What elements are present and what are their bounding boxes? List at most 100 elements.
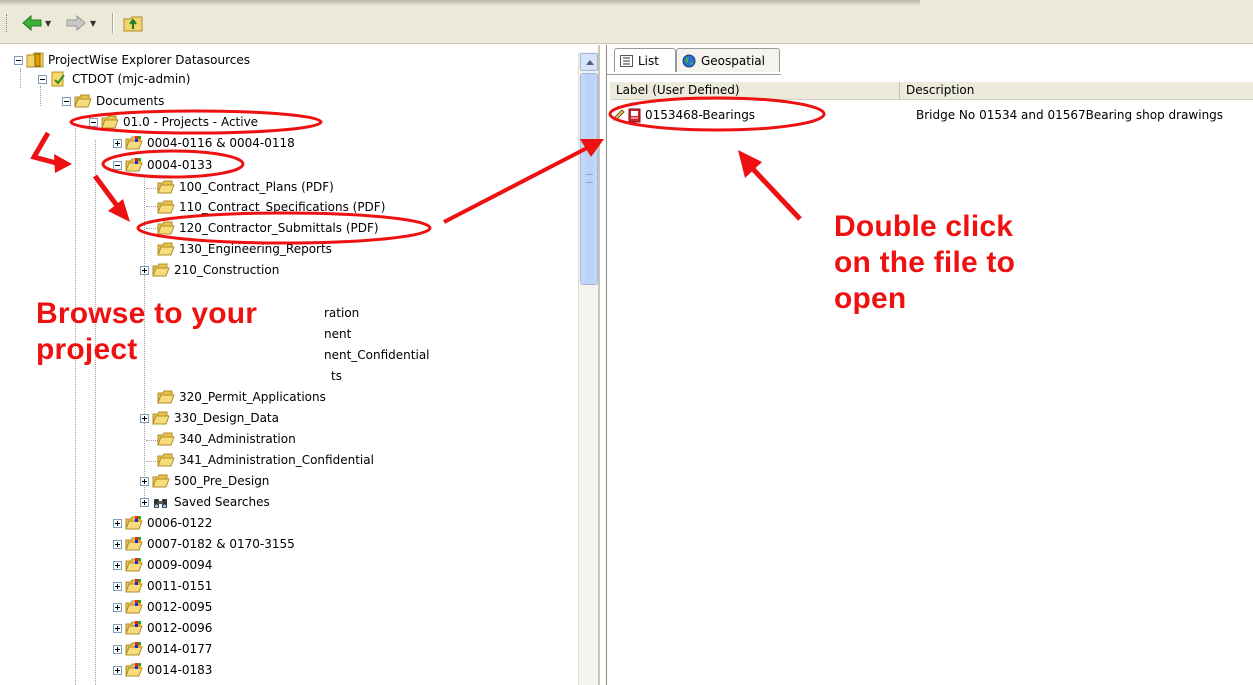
tree-label-partial[interactable]: nent_Confidential	[324, 346, 430, 364]
list-row-document[interactable]: 0153468-Bearings Bridge No 01534 and 015…	[612, 105, 1252, 125]
annotation-line: Double click	[834, 210, 1014, 243]
collapse-icon[interactable]	[62, 96, 71, 106]
expand-icon[interactable]	[113, 602, 122, 612]
tree-node-root[interactable]: ProjectWise Explorer Datasources	[14, 51, 251, 69]
tree-node-saved-searches[interactable]: Saved Searches	[140, 493, 271, 511]
back-button[interactable]	[22, 12, 42, 34]
tree-node-projects-active[interactable]: 01.0 - Projects - Active	[89, 113, 259, 131]
expand-icon[interactable]	[113, 581, 122, 591]
tree-node-folder[interactable]: 110_Contract_Specifications (PDF)	[157, 198, 386, 216]
tree-label: 341_Administration_Confidential	[179, 453, 374, 467]
tree-node-project[interactable]: 0006-0122	[113, 514, 213, 532]
tab-label: List	[638, 53, 659, 68]
tab-geospatial[interactable]: Geospatial	[676, 48, 780, 72]
tree-node-project[interactable]: 0007-0182 & 0170-3155	[113, 535, 296, 553]
tree-label-partial[interactable]: nent	[324, 325, 351, 343]
open-folder-icon	[152, 474, 170, 488]
tree-node-project[interactable]: 0014-0183	[113, 661, 213, 679]
expand-icon[interactable]	[113, 539, 122, 549]
tree-node-project[interactable]: 0014-0177	[113, 640, 213, 658]
tree-line	[20, 68, 21, 88]
project-folder-icon	[125, 621, 143, 635]
forward-button[interactable]	[66, 12, 86, 34]
project-folder-icon	[125, 600, 143, 614]
tree-node-documents[interactable]: Documents	[62, 92, 165, 110]
back-dropdown-icon[interactable]: ▼	[45, 19, 51, 28]
tree-label: 0009-0094	[147, 558, 213, 572]
tree-node-folder[interactable]: 130_Engineering_Reports	[157, 240, 333, 258]
forward-arrow-icon	[66, 14, 86, 32]
expand-icon[interactable]	[140, 413, 149, 423]
open-folder-icon	[74, 94, 92, 108]
collapse-icon[interactable]	[89, 117, 98, 127]
expand-icon[interactable]	[140, 265, 149, 275]
expand-icon[interactable]	[113, 665, 122, 675]
expand-icon[interactable]	[140, 497, 149, 507]
project-folder-icon	[125, 158, 143, 172]
tree-label: Documents	[96, 94, 165, 108]
tree-node-project[interactable]: 0009-0094	[113, 556, 213, 574]
forward-dropdown-icon[interactable]: ▼	[90, 19, 96, 28]
tree-node-folder[interactable]: 210_Construction	[140, 261, 280, 279]
expand-icon[interactable]	[113, 623, 122, 633]
tree-node-datasource[interactable]: CTDOT (mjc-admin)	[38, 70, 191, 88]
project-folder-icon	[125, 136, 143, 150]
expand-icon[interactable]	[140, 476, 149, 486]
tree-label: 340_Administration	[179, 432, 296, 446]
open-folder-icon	[101, 115, 119, 129]
open-folder-icon	[157, 180, 175, 194]
tab-list[interactable]: List	[614, 48, 676, 72]
tree-label: 0014-0177	[147, 642, 213, 656]
tree-scrollbar[interactable]	[578, 52, 598, 685]
list-header: Label (User Defined) Description	[610, 82, 1253, 100]
collapse-icon[interactable]	[14, 55, 23, 65]
tree-node-folder[interactable]: 100_Contract_Plans (PDF)	[157, 178, 335, 196]
tree-node-project[interactable]: 0004-0116 & 0004-0118	[113, 134, 296, 152]
annotation-line: Browse to your	[36, 297, 258, 330]
document-description: Bridge No 01534 and 01567Bearing shop dr…	[916, 108, 1224, 122]
pdf-file-icon	[628, 108, 641, 122]
tree-line	[40, 86, 41, 106]
tree-label: 0006-0122	[147, 516, 213, 530]
column-header-description[interactable]: Description	[900, 82, 1250, 99]
list-view-icon	[620, 54, 633, 67]
tree-node-folder[interactable]: 340_Administration	[157, 430, 297, 448]
tree-label: 330_Design_Data	[174, 411, 279, 425]
tree-label: 0007-0182 & 0170-3155	[147, 537, 295, 551]
open-folder-icon	[157, 432, 175, 446]
expand-icon[interactable]	[113, 644, 122, 654]
expand-icon[interactable]	[113, 560, 122, 570]
project-folder-icon	[125, 579, 143, 593]
toolbar-grip[interactable]	[6, 14, 9, 32]
tree-label-partial[interactable]: ration	[324, 304, 359, 322]
tree-node-folder[interactable]: 341_Administration_Confidential	[157, 451, 375, 469]
document-label: 0153468-Bearings	[645, 108, 756, 122]
binoculars-icon	[154, 499, 167, 508]
collapse-icon[interactable]	[113, 160, 122, 170]
open-folder-icon	[157, 221, 175, 235]
tree-node-project[interactable]: 0011-0151	[113, 577, 213, 595]
expand-icon[interactable]	[113, 518, 122, 528]
up-folder-button[interactable]	[122, 12, 144, 34]
datasources-icon	[26, 52, 44, 68]
tree-node-folder[interactable]: 320_Permit_Applications	[157, 388, 327, 406]
column-header-label[interactable]: Label (User Defined)	[610, 82, 900, 99]
pencil-icon	[613, 109, 625, 121]
tree-label: 500_Pre_Design	[174, 474, 270, 488]
datasource-icon	[51, 71, 65, 87]
tree-node-project-selected[interactable]: 0004-0133	[113, 156, 213, 174]
tree-node-project[interactable]: 0012-0095	[113, 598, 213, 616]
tree-label-partial[interactable]: ts	[331, 367, 342, 385]
tree-node-project[interactable]: 0012-0096	[113, 619, 213, 637]
collapse-icon[interactable]	[38, 74, 47, 84]
scroll-thumb[interactable]	[580, 73, 598, 285]
tree-label: Saved Searches	[174, 495, 270, 509]
tree-node-folder[interactable]: 500_Pre_Design	[140, 472, 270, 490]
expand-icon[interactable]	[113, 138, 122, 148]
annotation-line: on the file to	[834, 246, 1016, 279]
document-list-pane[interactable]	[606, 45, 1253, 685]
globe-icon	[682, 54, 696, 67]
tree-node-folder-selected[interactable]: 120_Contractor_Submittals (PDF)	[157, 219, 380, 237]
tree-node-folder[interactable]: 330_Design_Data	[140, 409, 280, 427]
scroll-up-button[interactable]	[580, 53, 598, 71]
